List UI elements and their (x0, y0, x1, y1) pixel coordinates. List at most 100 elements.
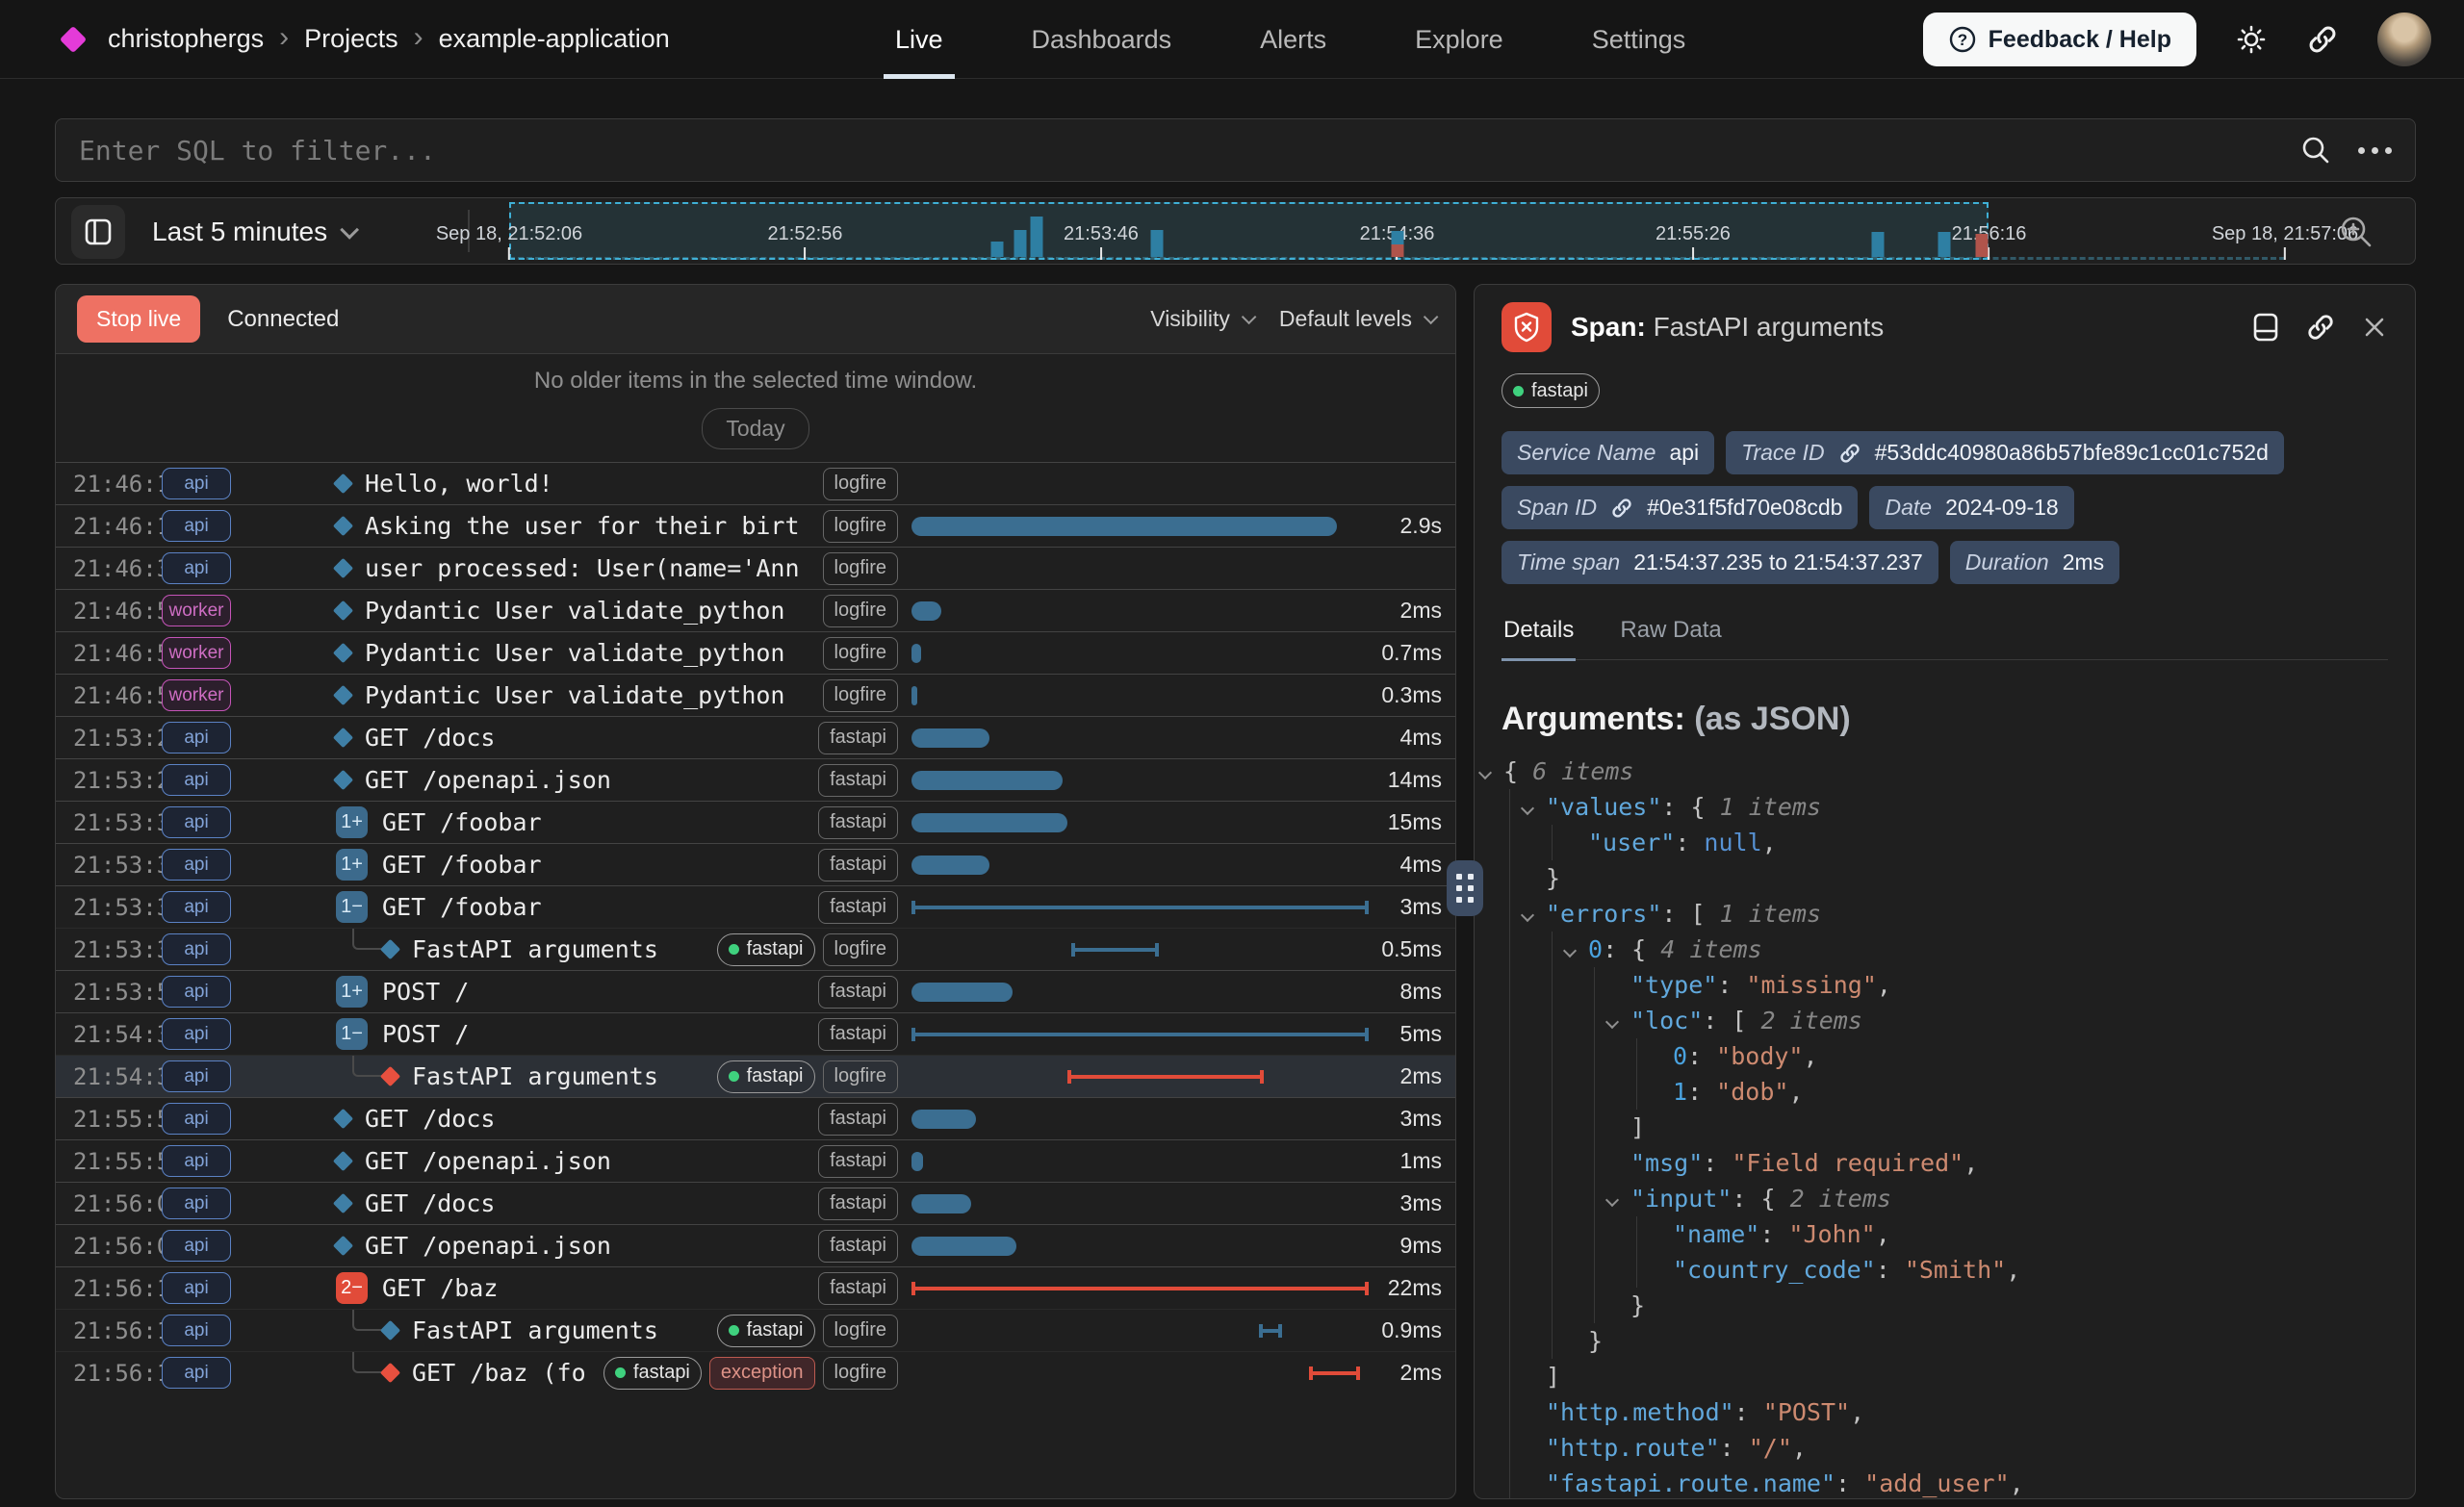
scope-pill-logfire[interactable]: logfire (823, 468, 898, 500)
copy-link-icon[interactable] (2305, 312, 2336, 343)
breadcrumb[interactable]: christophergs›Projects›example-applicati… (108, 23, 670, 56)
scope-pill-fastapi[interactable]: fastapi (717, 1315, 815, 1347)
breadcrumb-item[interactable]: example-application (439, 24, 670, 54)
stop-live-button[interactable]: Stop live (77, 295, 200, 343)
scope-pill-fastapi[interactable]: fastapi (818, 849, 898, 881)
trace-row[interactable]: 21:56:13apiGET /baz (fofastapiexceptionl… (56, 1351, 1455, 1393)
tag-pill-api[interactable]: api (162, 510, 231, 542)
visibility-dropdown[interactable]: Visibility (1150, 306, 1252, 332)
tag-pill-api[interactable]: api (162, 1188, 231, 1219)
scope-pill-fastapi[interactable]: fastapi (603, 1357, 702, 1390)
breadcrumb-item[interactable]: Projects (304, 24, 398, 54)
trace-row[interactable]: 21:46:19apiAsking the user for their bir… (56, 504, 1455, 547)
metadata-chip[interactable]: Span ID#0e31f5fd70e08cdb (1502, 486, 1858, 529)
trace-row[interactable]: 21:46:55workerPydantic User validate_pyt… (56, 631, 1455, 674)
tag-pill-api[interactable]: api (162, 764, 231, 796)
trace-row[interactable]: 21:53:33api1+GET /foobarfastapi15ms (56, 801, 1455, 843)
share-link-icon[interactable] (2306, 23, 2339, 56)
scope-pill-fastapi[interactable]: fastapi (818, 1272, 898, 1305)
more-options-icon[interactable] (2358, 147, 2392, 154)
scope-pill-fastapi[interactable]: fastapi (818, 764, 898, 797)
scope-pill-fastapi[interactable]: fastapi (818, 1018, 898, 1051)
timeline-histogram[interactable]: Sep 18, 21:52:0621:52:5621:53:4621:54:36… (509, 202, 2285, 260)
trace-row[interactable]: 21:54:37api1−POST /fastapi5ms (56, 1012, 1455, 1055)
trace-row[interactable]: 21:53:35apiFastAPI argumentsfastapilogfi… (56, 928, 1455, 970)
child-count-badge[interactable]: 1+ (336, 806, 368, 838)
child-count-badge[interactable]: 1+ (336, 976, 368, 1008)
trace-row[interactable]: 21:46:55workerPydantic User validate_pyt… (56, 589, 1455, 631)
trace-row[interactable]: 21:56:09apiGET /docsfastapi3ms (56, 1182, 1455, 1224)
timeline-selection[interactable] (509, 202, 1989, 260)
trace-row[interactable]: 21:53:28apiGET /openapi.jsonfastapi14ms (56, 758, 1455, 801)
metadata-chip[interactable]: Duration2ms (1950, 541, 2119, 584)
scope-pill-logfire[interactable]: logfire (823, 679, 898, 712)
tag-pill-api[interactable]: api (162, 849, 231, 881)
tab-explore[interactable]: Explore (1415, 0, 1503, 79)
tag-pill-api[interactable]: api (162, 468, 231, 499)
scope-pill-fastapi[interactable]: fastapi (717, 933, 815, 966)
breadcrumb-item[interactable]: christophergs (108, 24, 264, 54)
scope-pill-logfire[interactable]: logfire (823, 1315, 898, 1347)
trace-row[interactable]: 21:53:35api1+GET /foobarfastapi4ms (56, 843, 1455, 885)
scope-pill-fastapi[interactable]: fastapi (818, 722, 898, 754)
tag-pill-api[interactable]: api (162, 976, 231, 1008)
trace-row[interactable]: 21:53:56api1+POST /fastapi8ms (56, 970, 1455, 1012)
tag-pill-api[interactable]: api (162, 1272, 231, 1304)
dock-panel-icon[interactable] (2251, 312, 2280, 343)
scope-pill-fastapi[interactable]: fastapi (818, 1103, 898, 1136)
scope-pill-fastapi[interactable]: fastapi (818, 806, 898, 839)
child-count-badge[interactable]: 1+ (336, 849, 368, 881)
tag-pill-worker[interactable]: worker (162, 595, 231, 626)
tag-pill-api[interactable]: api (162, 806, 231, 838)
tag-pill-api[interactable]: api (162, 1315, 231, 1346)
user-avatar[interactable] (2377, 13, 2431, 66)
metadata-chip[interactable]: Date2024-09-18 (1869, 486, 2073, 529)
today-button[interactable]: Today (702, 408, 808, 449)
child-count-badge[interactable]: 1− (336, 891, 368, 923)
trace-row[interactable]: 21:55:58apiGET /docsfastapi3ms (56, 1097, 1455, 1139)
scope-pill-fastapi[interactable]: fastapi (717, 1060, 815, 1093)
panel-resize-handle[interactable] (1447, 860, 1483, 916)
trace-row[interactable]: 21:46:33apiuser processed: User(name='An… (56, 547, 1455, 589)
tag-pill-api[interactable]: api (162, 1018, 231, 1050)
scope-pill-logfire[interactable]: logfire (823, 595, 898, 627)
scope-pill-fastapi[interactable]: fastapi (818, 1188, 898, 1220)
sql-filter-bar[interactable]: Enter SQL to filter... (55, 118, 2416, 182)
trace-row[interactable]: 21:46:55workerPydantic User validate_pyt… (56, 674, 1455, 716)
search-icon[interactable] (2298, 133, 2333, 167)
tab-live[interactable]: Live (895, 0, 943, 79)
trace-row[interactable]: 21:53:35api1−GET /foobarfastapi3ms (56, 885, 1455, 928)
tag-pill-api[interactable]: api (162, 1060, 231, 1092)
tag-pill-api[interactable]: api (162, 1145, 231, 1177)
tab-settings[interactable]: Settings (1592, 0, 1686, 79)
child-count-badge[interactable]: 2− (336, 1272, 368, 1304)
tab-dashboards[interactable]: Dashboards (1032, 0, 1172, 79)
tag-pill-api[interactable]: api (162, 1230, 231, 1262)
metadata-chip[interactable]: Trace ID#53ddc40980a86b57bfe89c1cc01c752… (1726, 431, 2284, 474)
tag-pill-worker[interactable]: worker (162, 679, 231, 711)
trace-row[interactable]: 21:56:09apiGET /openapi.jsonfastapi9ms (56, 1224, 1455, 1266)
tab-raw-data[interactable]: Raw Data (1618, 617, 1723, 659)
tag-pill-api[interactable]: api (162, 891, 231, 923)
sql-filter-input[interactable]: Enter SQL to filter... (79, 135, 2298, 166)
trace-row[interactable]: 21:56:13api2−GET /bazfastapi22ms (56, 1266, 1455, 1309)
tag-pill-api[interactable]: api (162, 722, 231, 754)
scope-pill-logfire[interactable]: logfire (823, 637, 898, 670)
tag-pill-worker[interactable]: worker (162, 637, 231, 669)
trace-row[interactable]: 21:54:37apiFastAPI argumentsfastapilogfi… (56, 1055, 1455, 1097)
child-count-badge[interactable]: 1− (336, 1018, 368, 1050)
scope-pill-logfire[interactable]: logfire (823, 1060, 898, 1093)
scope-pill-fastapi[interactable]: fastapi (818, 891, 898, 924)
fastapi-tag-pill[interactable]: fastapi (1502, 373, 1600, 408)
time-range-dropdown[interactable]: Last 5 minutes (152, 198, 354, 266)
tab-alerts[interactable]: Alerts (1260, 0, 1326, 79)
tab-details[interactable]: Details (1502, 617, 1576, 659)
trace-row[interactable]: 21:56:13apiFastAPI argumentsfastapilogfi… (56, 1309, 1455, 1351)
default-levels-dropdown[interactable]: Default levels (1279, 306, 1434, 332)
close-icon[interactable] (2361, 314, 2388, 341)
scope-pill-logfire[interactable]: logfire (823, 1357, 898, 1390)
scope-pill-logfire[interactable]: logfire (823, 552, 898, 585)
trace-row[interactable]: 21:53:28apiGET /docsfastapi4ms (56, 716, 1455, 758)
metadata-chip[interactable]: Time span21:54:37.235 to 21:54:37.237 (1502, 541, 1938, 584)
scope-pill-fastapi[interactable]: fastapi (818, 1145, 898, 1178)
